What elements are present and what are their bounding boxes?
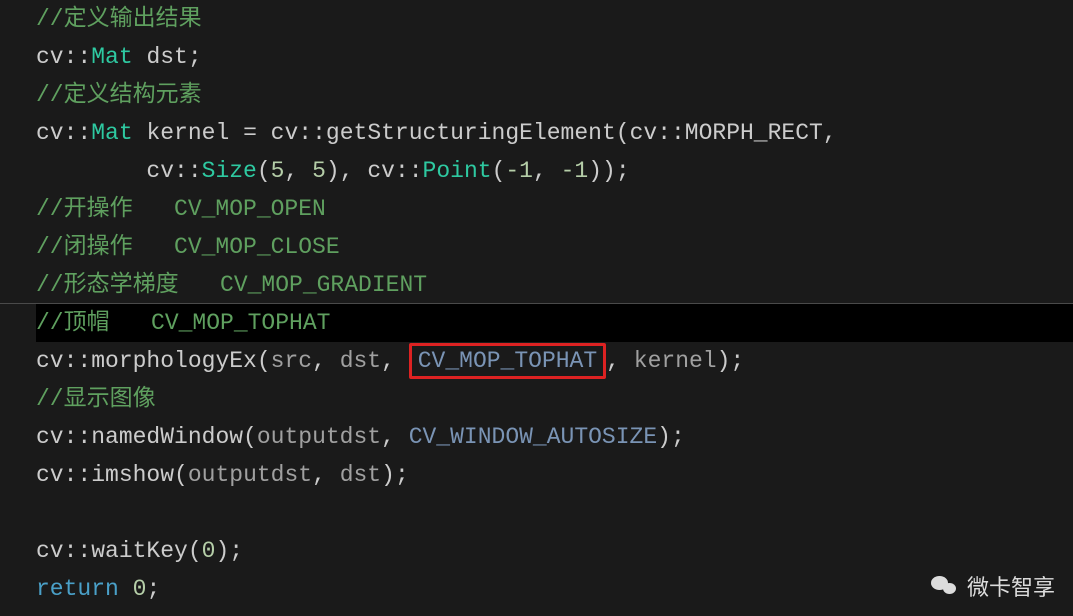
code-line: cv::Mat dst; bbox=[36, 38, 1073, 76]
code-editor[interactable]: //定义输出结果 cv::Mat dst; //定义结构元素 cv::Mat k… bbox=[0, 0, 1073, 608]
comment-text: //定义结构元素 bbox=[36, 82, 202, 108]
code-line: cv::waitKey(0); bbox=[36, 532, 1073, 570]
code-line: //显示图像 bbox=[36, 380, 1073, 418]
code-line: cv::morphologyEx(src, dst, CV_MOP_TOPHAT… bbox=[36, 342, 1073, 380]
comment-text: //顶帽 CV_MOP_TOPHAT bbox=[36, 310, 330, 336]
code-line: cv::namedWindow(outputdst, CV_WINDOW_AUT… bbox=[36, 418, 1073, 456]
comment-text: //形态学梯度 CV_MOP_GRADIENT bbox=[36, 272, 427, 298]
comment-text: //闭操作 CV_MOP_CLOSE bbox=[36, 234, 340, 260]
code-line: cv::Size(5, 5), cv::Point(-1, -1)); bbox=[36, 152, 1073, 190]
code-line-current: //顶帽 CV_MOP_TOPHAT bbox=[36, 304, 1073, 342]
code-line: //定义输出结果 bbox=[36, 0, 1073, 38]
comment-text: //显示图像 bbox=[36, 386, 156, 412]
code-line: //定义结构元素 bbox=[36, 76, 1073, 114]
code-line: cv::Mat kernel = cv::getStructuringEleme… bbox=[36, 114, 1073, 152]
code-line: //形态学梯度 CV_MOP_GRADIENT bbox=[36, 266, 1073, 304]
code-line-blank bbox=[36, 494, 1073, 532]
highlighted-constant-box: CV_MOP_TOPHAT bbox=[409, 343, 606, 379]
comment-text: //定义输出结果 bbox=[36, 6, 202, 32]
code-line: //开操作 CV_MOP_OPEN bbox=[36, 190, 1073, 228]
code-line: return 0; bbox=[36, 570, 1073, 608]
code-line: cv::imshow(outputdst, dst); bbox=[36, 456, 1073, 494]
code-line: //闭操作 CV_MOP_CLOSE bbox=[36, 228, 1073, 266]
comment-text: //开操作 CV_MOP_OPEN bbox=[36, 196, 326, 222]
